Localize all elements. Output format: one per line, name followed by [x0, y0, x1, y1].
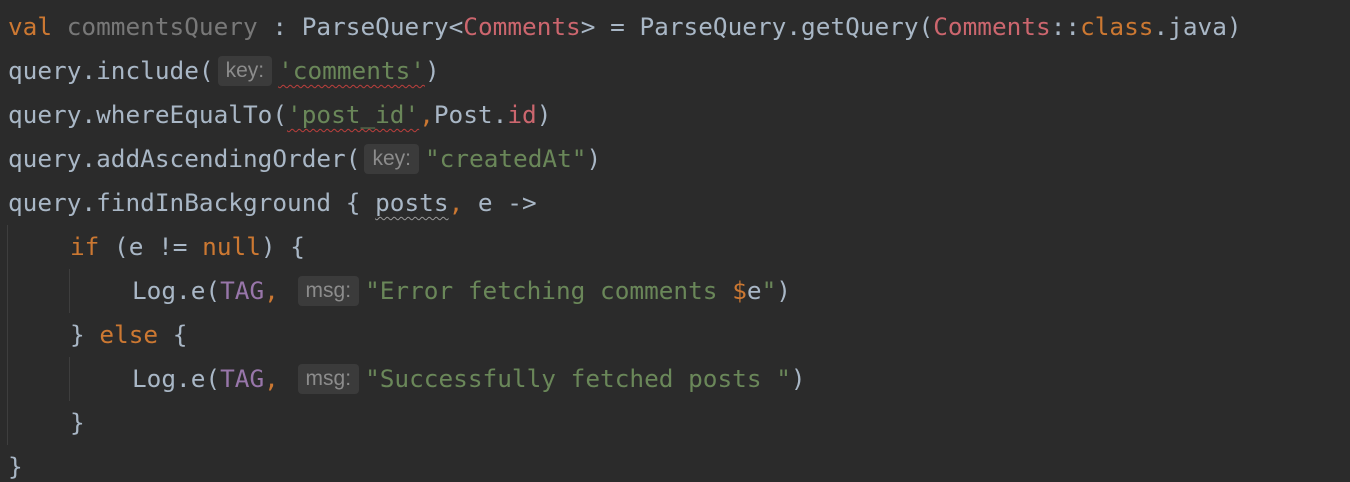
comma: , [264, 276, 279, 305]
paren-close: ) [776, 276, 791, 305]
method-call: Log.e( [132, 364, 221, 393]
method-call: query.findInBackground { [8, 188, 376, 217]
generic-arg: Comments [463, 12, 581, 41]
code-line-4[interactable]: query.addAscendingOrder(key: "createdAt") [8, 137, 601, 181]
brace-close: } [70, 408, 85, 437]
method-call: Log.e( [132, 276, 221, 305]
code-line-5[interactable]: query.findInBackground { posts, e -> [8, 181, 537, 225]
comma: , [264, 364, 279, 393]
brace-close: } [8, 452, 23, 481]
code-line-11[interactable]: } [8, 445, 23, 482]
indent-guide [7, 225, 8, 445]
comma: , [419, 100, 434, 129]
class-ref: Comments [933, 12, 1051, 41]
paren-close: ) [424, 56, 440, 85]
condition-open: (e != [99, 232, 203, 261]
condition-close: ) { [260, 232, 305, 261]
generic-open: < [448, 12, 464, 41]
indent-guide [69, 357, 70, 401]
code-line-6[interactable]: if (e != null) { [70, 225, 305, 269]
method-call: query.include( [8, 56, 214, 85]
method-call: ParseQuery.getQuery( [639, 12, 934, 41]
brace-close: } [70, 320, 100, 349]
variable-name: commentsQuery [66, 12, 258, 41]
code-line-3[interactable]: query.whereEqualTo('post_id',Post.id) [8, 93, 551, 137]
property-ref: id [507, 100, 537, 129]
paren-close: ) [790, 364, 806, 393]
lambda-rest: e -> [463, 188, 537, 217]
string-close: " [761, 276, 777, 305]
string-literal: 'comments' [278, 56, 425, 85]
generic-close-assign: > = [580, 12, 640, 41]
constant-tag: TAG [220, 276, 265, 305]
keyword-if: if [70, 232, 100, 261]
object-ref: Post. [433, 100, 508, 129]
template-dollar: $ [732, 276, 747, 305]
method-call: query.addAscendingOrder( [8, 144, 361, 173]
lambda-param: posts [375, 188, 449, 217]
java-tail: .java) [1153, 12, 1242, 41]
constant-tag: TAG [220, 364, 265, 393]
parameter-hint: key: [217, 56, 273, 86]
type-separator: : [257, 12, 302, 41]
type-name: ParseQuery [301, 12, 449, 41]
keyword-class: class [1080, 12, 1154, 41]
brace-open: { [158, 320, 188, 349]
string-open: "Error fetching comments [365, 276, 733, 305]
code-line-1[interactable]: val commentsQuery : ParseQuery<Comments>… [8, 5, 1242, 49]
indent-guide [69, 269, 70, 313]
parameter-hint: msg: [297, 276, 360, 306]
code-line-10[interactable]: } [70, 401, 85, 445]
code-line-8[interactable]: } else { [70, 313, 188, 357]
keyword-val: val [8, 12, 53, 41]
parameter-hint: msg: [297, 364, 360, 394]
keyword-null: null [202, 232, 261, 261]
double-colon: :: [1050, 12, 1081, 41]
paren-close: ) [586, 144, 602, 173]
comma: , [448, 188, 464, 217]
paren-close: ) [536, 100, 552, 129]
string-literal: "createdAt" [424, 144, 587, 173]
parameter-hint: key: [364, 144, 419, 174]
code-line-9[interactable]: Log.e(TAG, msg: "Successfully fetched pos… [132, 357, 806, 401]
keyword-else: else [99, 320, 159, 349]
method-call: query.whereEqualTo( [8, 100, 288, 129]
code-line-7[interactable]: Log.e(TAG, msg: "Error fetching comments … [132, 269, 791, 313]
code-line-2[interactable]: query.include(key:'comments') [8, 49, 440, 93]
template-var: e [746, 276, 762, 305]
string-literal: "Successfully fetched posts " [365, 364, 791, 393]
code-editor[interactable]: val commentsQuery : ParseQuery<Comments>… [0, 0, 1350, 482]
string-literal: 'post_id' [287, 100, 420, 129]
